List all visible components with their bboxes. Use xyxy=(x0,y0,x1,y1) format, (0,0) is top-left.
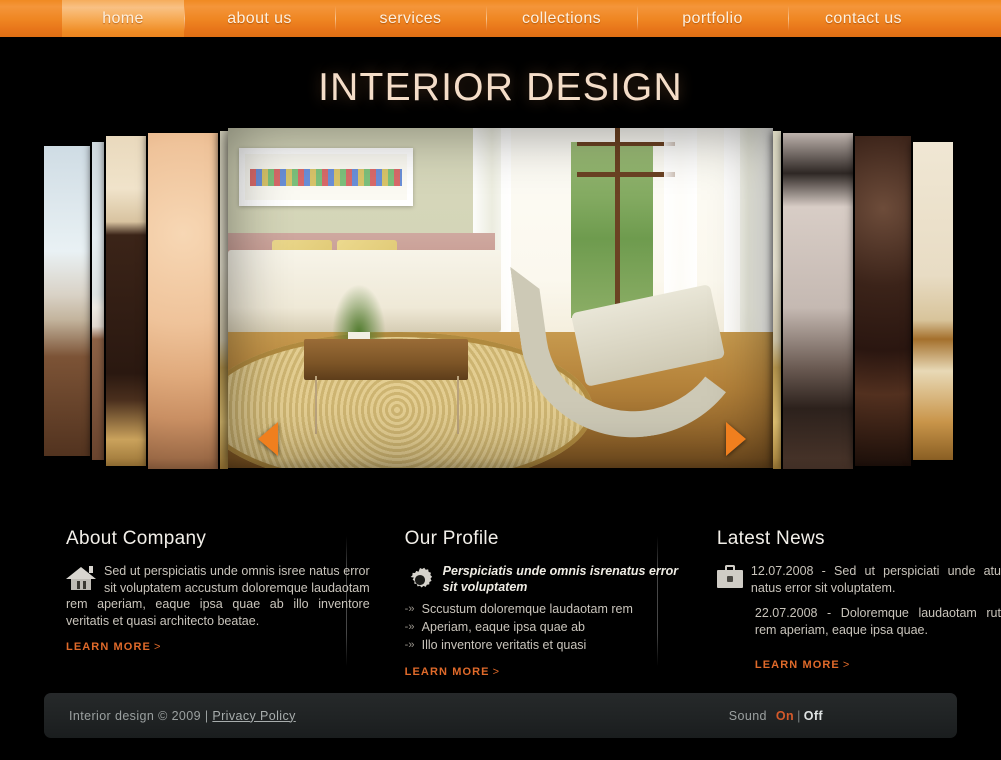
nav-left-spacer xyxy=(0,0,62,37)
briefcase-icon xyxy=(716,565,743,588)
image-carousel[interactable] xyxy=(0,128,1001,568)
carousel-prev-arrow[interactable] xyxy=(258,422,278,456)
carousel-slice[interactable] xyxy=(783,133,853,469)
carousel-next-arrow[interactable] xyxy=(726,422,746,456)
list-item: -» Aperiam, eaque ipsa quae ab xyxy=(405,618,679,636)
chevron-right-icon: > xyxy=(842,659,851,671)
profile-list: -» Sccustum doloremque laudaotam rem -» Ap… xyxy=(405,600,679,654)
image-vignette xyxy=(228,128,773,468)
carousel-slice[interactable] xyxy=(92,142,104,460)
nav-item-label: about us xyxy=(227,9,292,27)
arrow-bullet-icon: -» xyxy=(404,639,415,651)
arrow-bullet-icon: -» xyxy=(404,621,415,633)
page-root: home about us services collections portf… xyxy=(0,0,1001,760)
carousel-slice[interactable] xyxy=(773,131,781,469)
gear-icon xyxy=(405,565,435,595)
nav-item-collections[interactable]: collections xyxy=(486,0,637,37)
profile-heading: Our Profile xyxy=(404,528,499,549)
privacy-policy-link[interactable]: Privacy Policy xyxy=(212,709,295,723)
news-item: 12.07.2008 - Sed ut perspiciati unde atu… xyxy=(750,564,1001,595)
nav-item-label: collections xyxy=(521,9,602,27)
sound-off-button[interactable]: Off xyxy=(804,709,823,723)
page-title: INTERIOR DESIGN xyxy=(318,66,683,109)
nav-item-label: contact us xyxy=(825,9,902,27)
about-text: Sed ut perspiciatis unde omnis isree nat… xyxy=(66,564,370,628)
home-icon-body xyxy=(71,579,91,590)
sound-label: Sound xyxy=(728,708,767,723)
nav-item-portfolio[interactable]: portfolio xyxy=(637,0,788,37)
profile-lead-text: Perspiciatis unde omnis isrenatus error … xyxy=(442,564,679,594)
profile-body: Perspiciatis unde omnis isrenatus error … xyxy=(405,563,679,595)
our-profile-column: Our Profile Perspiciatis unde omnis isre… xyxy=(405,528,679,678)
carousel-slice[interactable] xyxy=(913,142,953,460)
list-item: -» Illo inventore veritatis et quasi xyxy=(405,636,679,654)
profile-learn-more-link[interactable]: LEARN MORE > xyxy=(405,666,500,678)
copyright-text: Interior design © 2009 | xyxy=(69,708,213,723)
nav-item-label: services xyxy=(379,9,442,27)
news-body: 12.07.2008 - Sed ut perspiciati unde atu… xyxy=(716,563,1001,638)
sound-control: Sound On | Off xyxy=(729,709,823,723)
carousel-slice[interactable] xyxy=(44,146,90,456)
carousel-main-image[interactable] xyxy=(228,128,773,468)
news-learn-more-link[interactable]: LEARN MORE > xyxy=(755,659,850,671)
nav-item-contact-us[interactable]: contact us xyxy=(788,0,939,37)
main-navigation: home about us services collections portf… xyxy=(0,0,1001,40)
list-item-label: Aperiam, eaque ipsa quae ab xyxy=(421,620,585,634)
sound-separator: | xyxy=(797,708,801,723)
chevron-right-icon: > xyxy=(492,666,501,678)
home-icon-bar xyxy=(83,581,86,589)
list-item-label: Sccustum doloremque laudaotam rem xyxy=(421,602,633,616)
carousel-slice[interactable] xyxy=(106,136,146,466)
about-company-column: About Company Sed ut perspiciatis unde o… xyxy=(66,528,370,678)
home-icon-bar xyxy=(77,581,80,589)
nav-item-home[interactable]: home xyxy=(62,0,184,37)
arrow-bullet-icon: -» xyxy=(404,603,415,615)
learn-more-label: LEARN MORE xyxy=(404,666,490,678)
carousel-slice[interactable] xyxy=(148,133,218,469)
home-icon-chimney xyxy=(89,566,93,573)
news-heading: Latest News xyxy=(716,528,825,549)
list-item-label: Illo inventore veritatis et quasi xyxy=(421,638,587,652)
sound-on-button[interactable]: On xyxy=(776,709,794,723)
home-icon xyxy=(66,565,96,591)
about-body: Sed ut perspiciatis unde omnis isree nat… xyxy=(66,563,370,629)
list-item: -» Sccustum doloremque laudaotam rem xyxy=(405,600,679,618)
latest-news-column: Latest News 12.07.2008 - Sed ut perspici… xyxy=(716,528,1001,678)
footer-copyright: Interior design © 2009 | Privacy Policy xyxy=(69,709,296,723)
carousel-slice[interactable] xyxy=(855,136,911,466)
nav-item-services[interactable]: services xyxy=(335,0,486,37)
content-columns: About Company Sed ut perspiciatis unde o… xyxy=(0,528,1001,678)
nav-item-label: portfolio xyxy=(682,9,743,27)
about-heading: About Company xyxy=(66,528,207,549)
nav-item-about-us[interactable]: about us xyxy=(184,0,335,37)
news-item: 22.07.2008 - Doloremque laudaotam rut re… xyxy=(754,606,1001,637)
learn-more-label: LEARN MORE xyxy=(66,641,151,653)
briefcase-icon-latch xyxy=(726,576,733,582)
carousel-slice[interactable] xyxy=(220,131,228,469)
chevron-right-icon: > xyxy=(153,641,162,653)
learn-more-label: LEARN MORE xyxy=(754,659,840,671)
nav-item-label: home xyxy=(102,9,144,27)
page-footer: Interior design © 2009 | Privacy Policy … xyxy=(44,693,957,738)
about-learn-more-link[interactable]: LEARN MORE > xyxy=(66,641,161,653)
